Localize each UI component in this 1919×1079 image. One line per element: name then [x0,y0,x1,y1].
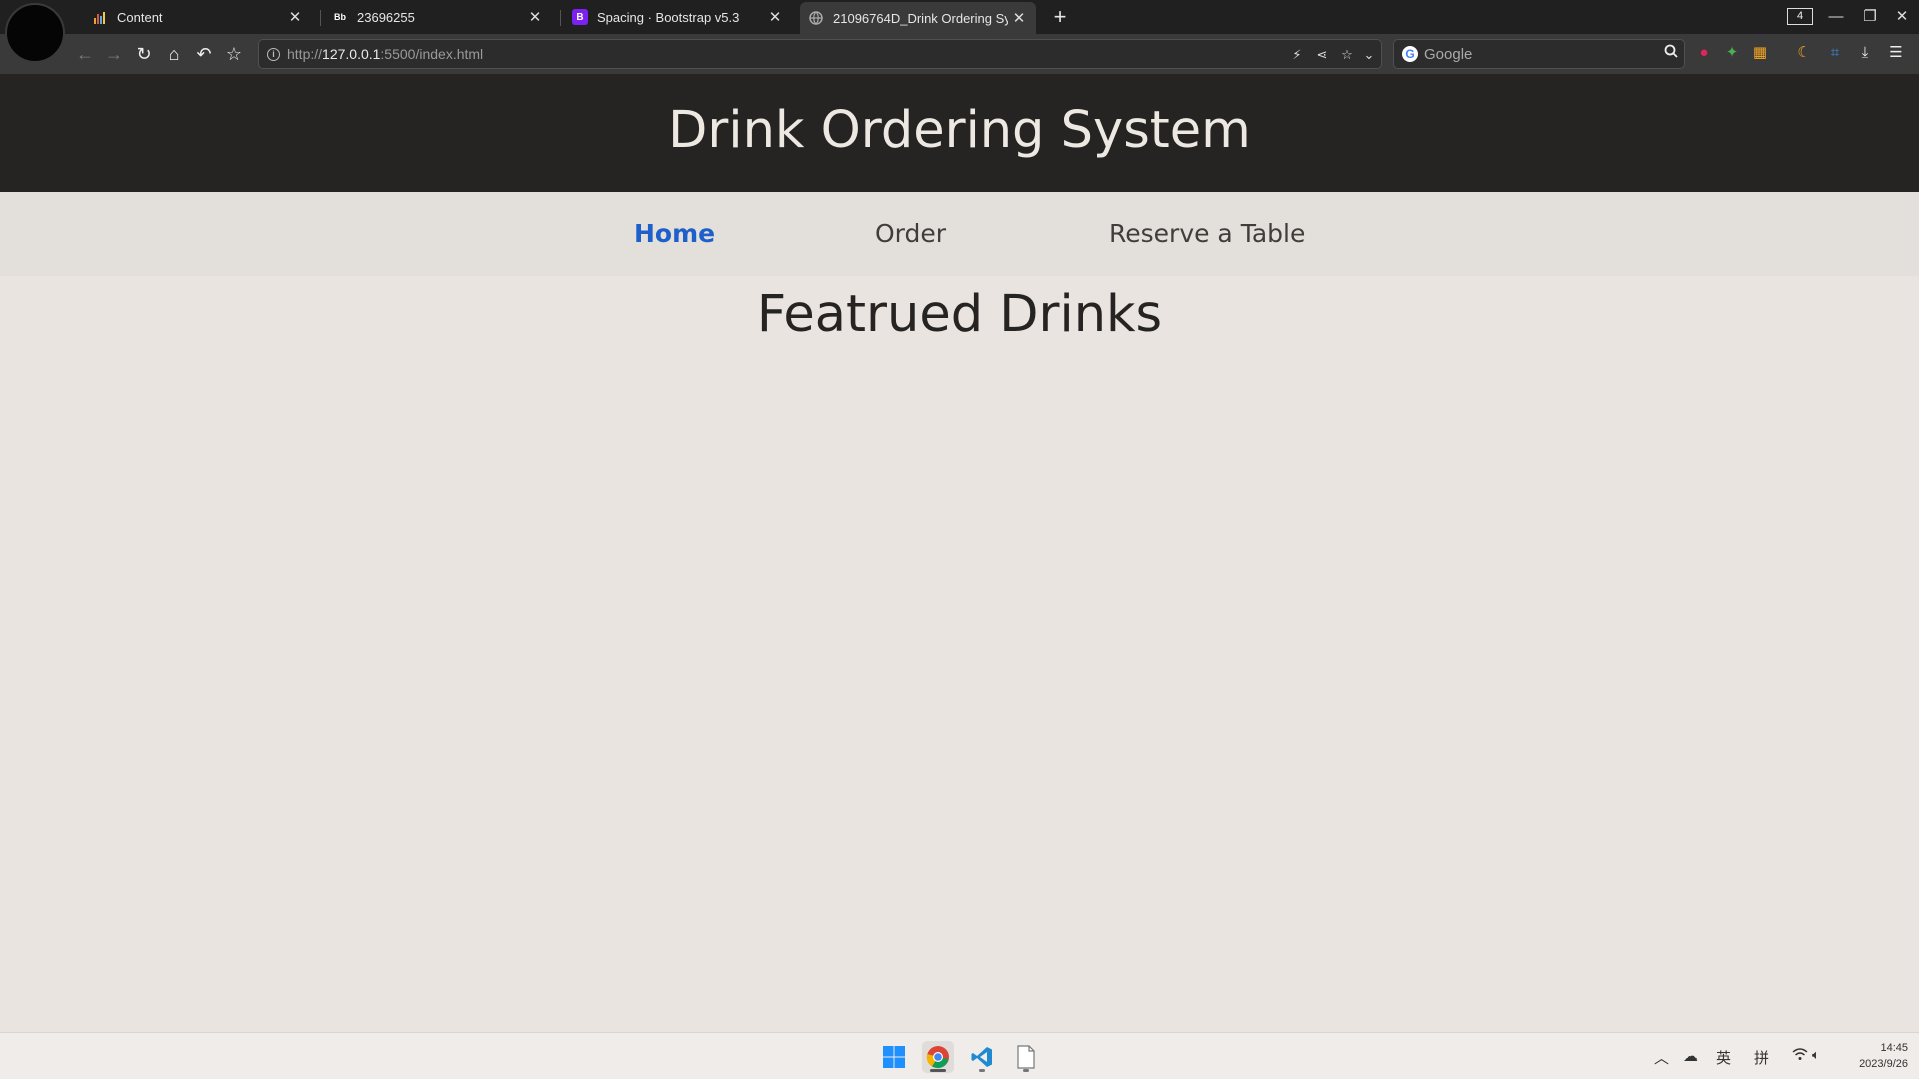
tab-23696255[interactable]: Bb 23696255 ✕ [312,0,552,34]
favorite-star-icon[interactable]: ☆ [1336,45,1358,65]
windows-taskbar: ︿ ☁ 英 拼 🔈︎ 14:45 2023/9/26 [0,1032,1919,1079]
home-icon[interactable]: ⌂ [161,41,187,67]
tab-title: 23696255 [357,9,415,25]
cloud-icon[interactable]: ☁ [1683,1047,1698,1065]
tab-title: 21096764D_Drink Ordering Sy [833,10,1008,26]
site-header: Drink Ordering System [0,74,1919,192]
night-mode-icon[interactable]: ☾ [1794,43,1814,63]
menu-icon[interactable]: ☰ [1886,43,1906,63]
ime-language-indicator[interactable]: 英 [1716,1047,1731,1068]
search-box[interactable]: G [1393,39,1685,69]
vscode-app-icon[interactable] [966,1041,998,1073]
star-bookmark-icon[interactable]: ☆ [221,41,247,67]
page-title: Drink Ordering System [668,100,1251,160]
browser-tab-bar: Content ✕ Bb 23696255 ✕ B Spacing · Boot… [0,0,1919,63]
tab-drink-ordering-system[interactable]: 21096764D_Drink Ordering Sy ✕ [800,2,1036,34]
restore-icon[interactable]: ❐ [1855,4,1885,30]
bb-favicon-icon: Bb [334,12,346,22]
crop-screenshot-icon[interactable]: ⌗ [1825,43,1845,63]
close-tab-icon[interactable]: ✕ [1008,9,1030,27]
windows-start-icon[interactable] [878,1041,910,1073]
google-icon: G [1402,46,1418,62]
running-app-indicator [1023,1069,1029,1072]
chrome-app-icon[interactable] [922,1041,954,1073]
microphone-extension-icon[interactable]: ● [1694,43,1714,63]
active-app-indicator [930,1069,946,1072]
apps-grid-icon[interactable]: ▦ [1750,43,1770,63]
tab-bootstrap-spacing[interactable]: B Spacing · Bootstrap v5.3 ✕ [552,0,792,34]
lightning-icon[interactable]: ⚡ [1286,45,1308,65]
clock-time: 14:45 [1880,1042,1908,1054]
nav-link-reserve-table[interactable]: Reserve a Table [1109,219,1305,248]
globe-icon [808,10,824,26]
browser-logo-icon[interactable] [5,3,65,63]
download-icon[interactable]: ⤓ [1855,43,1875,63]
search-icon[interactable] [1664,44,1678,61]
system-clock[interactable]: 14:45 2023/9/26 [1836,1040,1908,1072]
forward-arrow-icon[interactable]: → [101,41,127,67]
nav-link-order[interactable]: Order [875,219,946,248]
bootstrap-favicon-icon: B [572,9,588,25]
info-icon[interactable]: i [267,48,280,61]
bar-chart-icon [92,9,108,25]
running-app-indicator [979,1069,985,1072]
url-text[interactable]: http://127.0.0.1:5500/index.html [287,46,483,62]
back-arrow-icon[interactable]: ← [72,41,98,67]
close-tab-icon[interactable]: ✕ [284,8,306,26]
reload-icon[interactable]: ↻ [131,41,157,67]
browser-toolbar: ← → ↻ ⌂ ↶ ☆ i http://127.0.0.1:5500/inde… [0,34,1919,74]
featured-drinks-heading: Featrued Drinks [756,285,1163,344]
address-bar[interactable]: i http://127.0.0.1:5500/index.html ⚡ ⋖ ☆… [258,39,1382,69]
file-app-icon[interactable] [1010,1041,1042,1073]
chevron-down-icon[interactable]: ⌄ [1358,45,1380,65]
close-tab-icon[interactable]: ✕ [764,8,786,26]
tab-count-badge[interactable]: 4 [1787,8,1813,25]
new-tab-button[interactable]: + [1048,4,1072,30]
share-icon[interactable]: ⋖ [1311,45,1333,65]
nav-link-home[interactable]: Home [634,219,715,248]
tab-title: Content [117,9,163,25]
undo-icon[interactable]: ↶ [191,41,217,67]
main-nav: Home Order Reserve a Table [0,192,1919,276]
wifi-icon[interactable] [1792,1047,1808,1064]
translate-extension-icon[interactable]: ✦ [1722,43,1742,63]
volume-icon[interactable]: 🔈︎ [1812,1047,1820,1063]
close-tab-icon[interactable]: ✕ [524,8,546,26]
tab-content[interactable]: Content ✕ [72,0,312,34]
ime-mode-indicator[interactable]: 拼 [1754,1047,1769,1068]
close-window-icon[interactable]: ✕ [1887,4,1917,30]
tab-title: Spacing · Bootstrap v5.3 [597,9,740,25]
search-input[interactable] [1424,44,1649,64]
minimize-icon[interactable]: — [1821,4,1851,30]
chevron-up-icon[interactable]: ︿ [1654,1047,1669,1068]
clock-date: 2023/9/26 [1859,1058,1908,1070]
